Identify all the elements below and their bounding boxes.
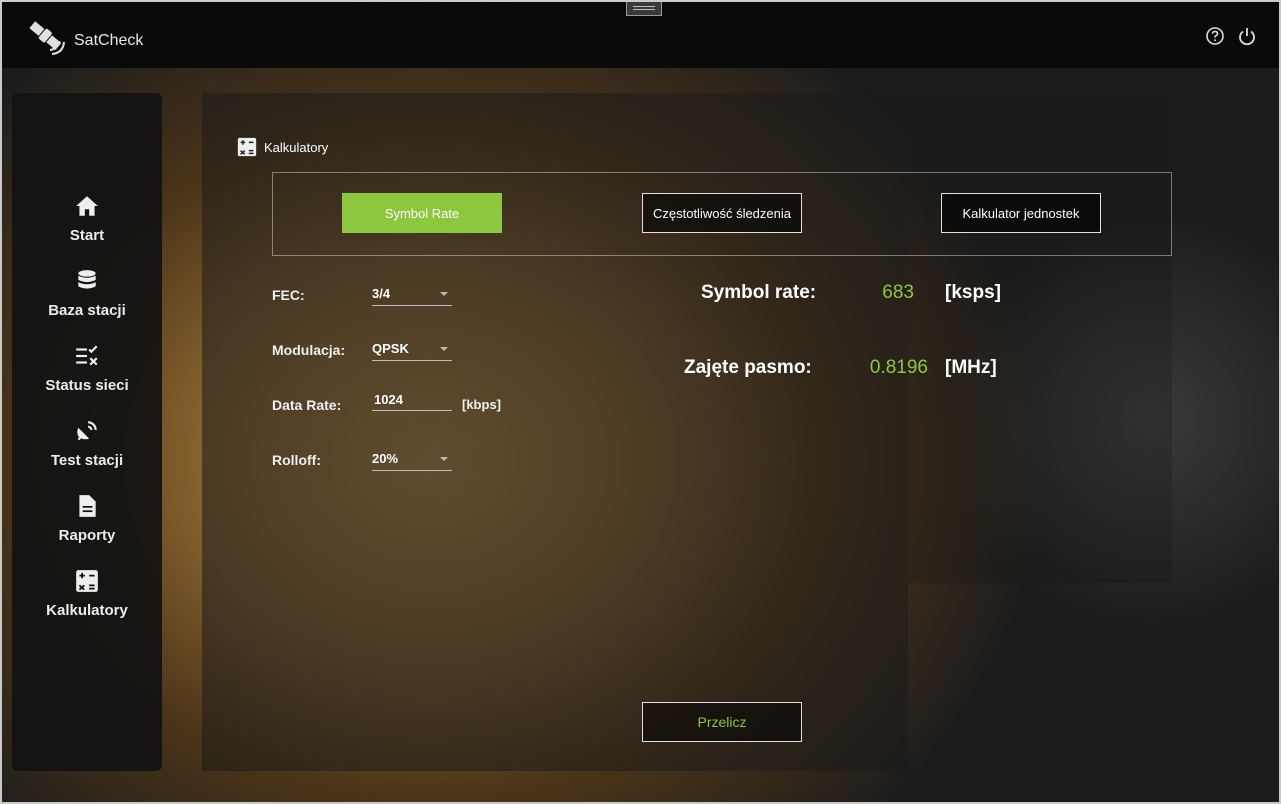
home-icon xyxy=(76,196,98,216)
sidebar-item-label: Status sieci xyxy=(45,377,129,394)
top-bar: SatCheck xyxy=(2,2,1279,68)
page-title-text: Kalkulatory xyxy=(264,139,329,155)
calculator-icon xyxy=(237,137,257,157)
content-overlay xyxy=(908,93,1172,583)
calculate-button[interactable]: Przelicz xyxy=(642,702,802,742)
sidebar-item-baza-stacji[interactable]: Baza stacji xyxy=(12,268,162,338)
sidebar-item-label: Test stacji xyxy=(50,452,124,469)
sidebar-item-label: Baza stacji xyxy=(48,302,126,319)
modulation-value: QPSK xyxy=(372,341,409,356)
symbol-rate-value: 683 xyxy=(882,282,914,303)
fec-label: FEC: xyxy=(272,287,305,303)
sidebar-item-label: Raporty xyxy=(58,527,116,544)
satellite-logo-icon xyxy=(29,21,65,55)
bandwidth-label: Zajęte pasmo: xyxy=(684,357,812,378)
sidebar-item-raporty[interactable]: Raporty xyxy=(12,493,162,563)
modulation-label: Modulacja: xyxy=(272,342,346,358)
page-title: Kalkulatory xyxy=(236,136,328,158)
window-drag-handle[interactable] xyxy=(626,2,662,16)
calculator-icon xyxy=(76,570,98,592)
chevron-down-icon xyxy=(440,347,448,351)
bandwidth-unit: [MHz] xyxy=(945,357,997,378)
symbol-rate-label: Symbol rate: xyxy=(701,282,817,303)
satellite-dish-icon xyxy=(77,421,97,441)
datarate-input[interactable] xyxy=(372,389,452,411)
document-icon xyxy=(79,495,96,517)
sidebar-item-start[interactable]: Start xyxy=(12,193,162,263)
calculator-tab-bar: Symbol Rate Częstotliwość śledzenia Kalk… xyxy=(272,172,1172,256)
sidebar-item-label: Start xyxy=(69,227,105,244)
sidebar-item-test-stacji[interactable]: Test stacji xyxy=(12,418,162,488)
sidebar-item-kalkulatory[interactable]: Kalkulatory xyxy=(12,568,162,638)
chevron-down-icon xyxy=(440,457,448,461)
bandwidth-value: 0.8196 xyxy=(869,357,928,378)
fec-select[interactable]: 3/4 xyxy=(372,282,452,306)
power-icon[interactable] xyxy=(1237,26,1257,46)
app-title: SatCheck xyxy=(74,32,144,49)
tab-kalkulator-jednostek[interactable]: Kalkulator jednostek xyxy=(941,193,1101,233)
rolloff-value: 20% xyxy=(372,451,399,466)
database-icon xyxy=(78,270,96,289)
sidebar-item-status-sieci[interactable]: Status sieci xyxy=(12,343,162,413)
tab-symbol-rate[interactable]: Symbol Rate xyxy=(342,193,502,233)
modulation-select[interactable]: QPSK xyxy=(372,337,452,361)
rolloff-select[interactable]: 20% xyxy=(372,447,452,471)
fec-value: 3/4 xyxy=(372,286,391,301)
tab-czestotliwosc-sledzenia[interactable]: Częstotliwość śledzenia xyxy=(642,193,802,233)
sidebar: Start Baza stacji Status sieci Test stac… xyxy=(12,93,162,771)
chevron-down-icon xyxy=(440,292,448,296)
sidebar-item-label: Kalkulatory xyxy=(46,602,128,619)
rolloff-label: Rolloff: xyxy=(272,452,321,468)
help-circle-icon[interactable] xyxy=(1205,26,1225,46)
datarate-unit: [kbps] xyxy=(462,397,501,412)
checklist-icon xyxy=(76,345,98,366)
symbol-rate-unit: [ksps] xyxy=(945,282,1001,303)
datarate-label: Data Rate: xyxy=(272,397,342,413)
